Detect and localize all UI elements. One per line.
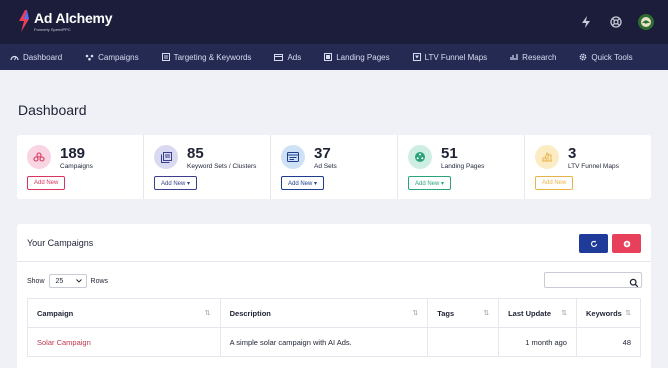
stat-ad-sets: 37 Ad Sets Add New ▾	[271, 135, 398, 199]
nav-label: Campaigns	[98, 52, 139, 62]
main-nav: Dashboard Campaigns Targeting & Keywords…	[0, 44, 668, 70]
page-title: Dashboard	[18, 102, 87, 118]
nav-targeting-keywords[interactable]: Targeting & Keywords	[161, 52, 252, 62]
logo[interactable]: Ad Alchemy Formerly SpeedPPC	[18, 10, 113, 33]
sort-icon[interactable]: ⇅	[561, 309, 567, 317]
column-header-tags[interactable]: Tags ⇅	[427, 298, 500, 328]
page-size-control: Show 25 Rows	[27, 274, 108, 288]
nav-label: Dashboard	[23, 52, 63, 62]
stat-ltv-funnel-maps: 3 LTV Funnel Maps Add New	[525, 135, 651, 199]
table-header-row: Campaign ⇅ Description ⇅ Tags ⇅ Last Update…	[27, 298, 642, 328]
campaigns-card: Your Campaigns Show 25 Rows Campaign ⇅ De…	[17, 224, 651, 368]
rows-label: Rows	[90, 277, 109, 285]
campaigns-title: Your Campaigns	[27, 238, 94, 248]
campaign-keywords: 48	[575, 327, 642, 357]
stat-count: 37	[314, 145, 331, 162]
add-campaign-button[interactable]: Add New	[27, 176, 66, 190]
sort-icon[interactable]: ⇅	[625, 309, 631, 317]
ads-icon	[274, 53, 284, 61]
campaign-icon	[85, 54, 94, 60]
stats-card: 189 Campaigns Add New 85 Keyword Sets / …	[17, 135, 651, 199]
stat-label: LTV Funnel Maps	[568, 163, 619, 170]
stat-label: Campaigns	[60, 163, 93, 170]
help-icon[interactable]	[608, 14, 624, 30]
nav-campaigns[interactable]: Campaigns	[85, 52, 139, 62]
page-size-value: 25	[55, 277, 64, 285]
page-size-select[interactable]: 25	[48, 274, 87, 288]
refresh-button[interactable]	[579, 234, 608, 253]
stat-keyword-sets: 85 Keyword Sets / Clusters Add New ▾	[144, 135, 271, 199]
column-header-keywords[interactable]: Keywords ⇅	[575, 298, 642, 328]
landing-pages-icon	[408, 145, 432, 169]
targeting-icon	[161, 53, 170, 61]
stat-count: 189	[60, 145, 86, 162]
nav-label: Research	[522, 52, 557, 62]
nav-dashboard[interactable]: Dashboard	[10, 53, 62, 62]
plus-circle-icon	[623, 240, 630, 247]
add-campaign-icon-button[interactable]	[612, 234, 641, 253]
column-header-last-update[interactable]: Last Update ⇅	[498, 298, 577, 328]
avatar[interactable]	[638, 14, 654, 30]
brand-subtitle: Formerly SpeedPPC	[34, 27, 71, 32]
gear-icon	[580, 53, 587, 61]
lightning-icon[interactable]	[578, 14, 594, 30]
table-row[interactable]: Solar Campaign A simple solar campaign w…	[27, 327, 642, 357]
add-landing-page-button[interactable]: Add New ▾	[408, 176, 452, 190]
chart-icon	[510, 54, 518, 60]
nav-ltv-funnel-maps[interactable]: LTV Funnel Maps	[412, 52, 488, 62]
brand-title: Ad Alchemy	[34, 10, 113, 26]
stat-landing-pages: 51 Landing Pages Add New ▾	[398, 135, 525, 199]
column-header-description[interactable]: Description ⇅	[219, 298, 429, 328]
campaign-description: A simple solar campaign with AI Ads.	[219, 327, 429, 357]
stat-label: Ad Sets	[314, 163, 337, 170]
sort-icon[interactable]: ⇅	[483, 309, 489, 317]
add-keyword-set-button[interactable]: Add New ▾	[154, 176, 198, 190]
stat-campaigns: 189 Campaigns Add New	[17, 135, 144, 199]
refresh-icon	[590, 240, 597, 247]
chevron-down-icon	[75, 279, 82, 283]
top-bar: Ad Alchemy Formerly SpeedPPC	[0, 0, 668, 44]
logo-mark-icon	[18, 10, 30, 32]
funnel-maps-icon	[535, 145, 559, 169]
ad-sets-icon	[281, 145, 305, 169]
sort-icon[interactable]: ⇅	[412, 309, 418, 317]
nav-landing-pages[interactable]: Landing Pages	[324, 52, 390, 62]
gauge-icon	[10, 55, 19, 60]
stat-label: Keyword Sets / Clusters	[187, 163, 257, 170]
nav-quick-tools[interactable]: Quick Tools	[579, 52, 633, 62]
add-ad-set-button[interactable]: Add New ▾	[281, 176, 325, 190]
nav-label: Targeting & Keywords	[173, 52, 252, 62]
keyword-sets-icon	[154, 145, 178, 169]
show-label: Show	[27, 277, 45, 285]
add-funnel-map-button[interactable]: Add New	[535, 176, 574, 190]
divider	[17, 261, 651, 262]
campaign-last-update: 1 month ago	[498, 327, 577, 357]
sort-icon[interactable]: ⇅	[205, 309, 211, 317]
search-input[interactable]	[544, 272, 642, 288]
stat-label: Landing Pages	[441, 163, 485, 170]
landing-icon	[324, 53, 333, 61]
campaign-link[interactable]: Solar Campaign	[27, 327, 221, 357]
nav-label: LTV Funnel Maps	[424, 52, 488, 62]
stat-count: 85	[187, 145, 204, 162]
funnel-icon	[412, 53, 421, 61]
nav-label: Quick Tools	[591, 52, 633, 62]
campaigns-table: Campaign ⇅ Description ⇅ Tags ⇅ Last Update…	[27, 298, 642, 357]
stat-count: 51	[441, 145, 458, 162]
campaign-tags	[427, 327, 500, 357]
column-header-campaign[interactable]: Campaign ⇅	[27, 298, 221, 328]
nav-research[interactable]: Research	[510, 53, 556, 62]
nav-ads[interactable]: Ads	[274, 53, 301, 62]
stat-count: 3	[568, 145, 577, 162]
search-icon[interactable]	[629, 275, 639, 288]
nav-label: Ads	[287, 52, 302, 62]
campaign-icon	[27, 145, 51, 169]
nav-label: Landing Pages	[336, 52, 390, 62]
